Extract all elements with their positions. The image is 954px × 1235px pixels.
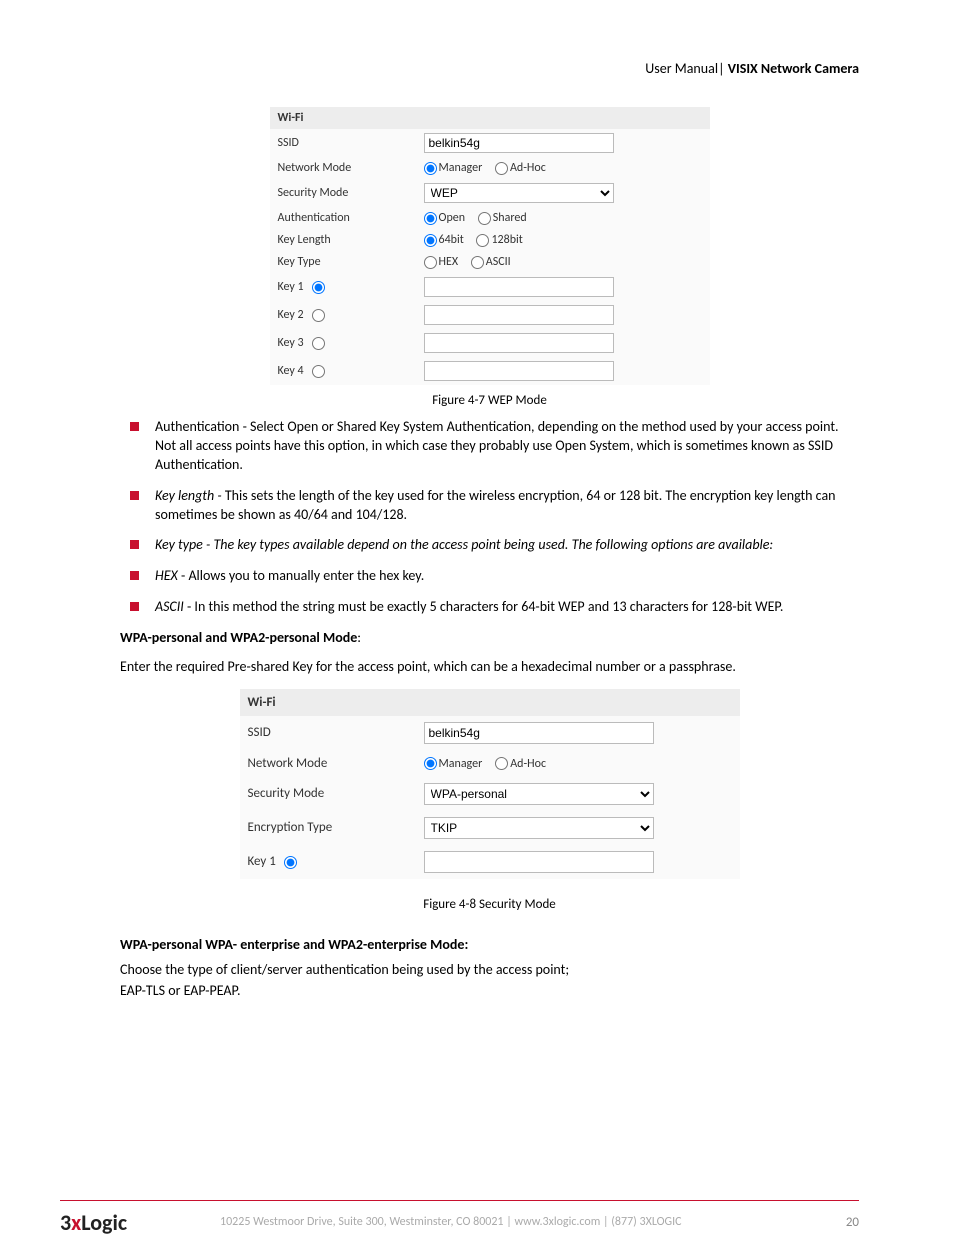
bullet-ascii-text: - In this method the string must be exac… <box>187 598 783 615</box>
key2-label: Key 2 <box>278 308 304 322</box>
keytype-hex-label: HEX <box>439 255 459 269</box>
figure-4-8-text: Security Mode <box>479 897 556 912</box>
keylen-128-radio[interactable] <box>476 234 489 247</box>
key4-label: Key 4 <box>278 364 304 378</box>
key1-radio[interactable] <box>312 281 325 294</box>
wifi-section-header-2: Wi-Fi <box>240 689 740 716</box>
network-mode-manager-radio[interactable] <box>424 162 437 175</box>
figure-4-7-text: WEP Mode <box>488 393 547 408</box>
network-mode-manager-radio-2[interactable] <box>424 757 437 770</box>
wpa-enterprise-para2: EAP-TLS or EAP-PEAP. <box>120 982 859 1001</box>
auth-shared-label: Shared <box>493 211 527 225</box>
keylen-64-radio[interactable] <box>424 234 437 247</box>
header-sep: | <box>718 60 728 77</box>
key1-label-2: Key 1 <box>248 854 276 869</box>
auth-shared-radio[interactable] <box>478 212 491 225</box>
security-mode-label: Security Mode <box>270 179 416 207</box>
key2-radio[interactable] <box>312 309 325 322</box>
encryption-type-select[interactable]: TKIP <box>424 817 654 839</box>
key1-input[interactable] <box>424 277 614 297</box>
footer-logo-pre: 3 <box>60 1209 71 1235</box>
bullet-hex-label: HEX <box>155 567 181 584</box>
keylen-64-label: 64bit <box>439 233 464 247</box>
network-mode-label-2: Network Mode <box>240 750 416 777</box>
bullet-key-length: Key length - This sets the length of the… <box>120 487 859 525</box>
wpa-personal-heading-colon: : <box>357 629 361 646</box>
wpa-enterprise-heading: WPA-personal WPA- enterprise and WPA2-en… <box>120 936 859 955</box>
bullet-key-length-label: Key length - <box>155 487 225 504</box>
auth-open-radio[interactable] <box>424 212 437 225</box>
page-header: User Manual| VISIX Network Camera <box>120 60 859 77</box>
page-container: User Manual| VISIX Network Camera Wi-Fi … <box>0 0 954 1235</box>
key3-label: Key 3 <box>278 336 304 350</box>
key3-input[interactable] <box>424 333 614 353</box>
key1-label: Key 1 <box>278 280 304 294</box>
network-mode-adhoc-radio-2[interactable] <box>495 757 508 770</box>
wpa-personal-paragraph: Enter the required Pre-shared Key for th… <box>120 658 859 677</box>
figure-4-8-caption: Figure 4-8 Security Mode <box>120 897 859 912</box>
network-mode-manager-label-2: Manager <box>439 757 483 771</box>
footer-logo-x: x <box>71 1209 81 1235</box>
page-footer: 3xLogic 10225 Westmoor Drive, Suite 300,… <box>60 1200 859 1235</box>
bullet-ascii-label: ASCII <box>155 598 187 615</box>
bullet-authentication: Authentication - Select Open or Shared K… <box>120 418 859 475</box>
figure-4-7-prefix: Figure 4-7 <box>432 393 488 408</box>
ssid-input-2[interactable] <box>424 722 654 744</box>
key4-radio[interactable] <box>312 365 325 378</box>
ssid-input[interactable] <box>424 133 614 153</box>
wpa-personal-heading-bold: WPA-personal and WPA2-personal Mode <box>120 629 357 646</box>
footer-logo-post: Logic <box>81 1209 127 1235</box>
authentication-label: Authentication <box>270 207 416 229</box>
bullet-key-type: Key type - The key types available depen… <box>120 536 859 555</box>
footer-logo: 3xLogic <box>60 1209 127 1235</box>
footer-page-number: 20 <box>846 1215 859 1230</box>
security-mode-select[interactable]: WEP <box>424 183 614 203</box>
key1-input-2[interactable] <box>424 851 654 873</box>
header-right: VISIX Network Camera <box>728 60 859 77</box>
key2-input[interactable] <box>424 305 614 325</box>
figure-4-7-caption: Figure 4-7 WEP Mode <box>120 393 859 408</box>
key4-input[interactable] <box>424 361 614 381</box>
keytype-ascii-label: ASCII <box>486 255 511 269</box>
network-mode-manager-label: Manager <box>439 161 483 175</box>
wifi-section-header: Wi-Fi <box>270 107 710 129</box>
auth-open-label: Open <box>439 211 466 225</box>
network-mode-adhoc-label: Ad-Hoc <box>510 161 546 175</box>
wpa-form-table: Wi-Fi SSID Network Mode Manager Ad-Hoc S… <box>240 689 740 879</box>
bullet-ascii: ASCII - In this method the string must b… <box>120 598 859 617</box>
key-type-label: Key Type <box>270 251 416 273</box>
figure-4-8-prefix: Figure 4-8 <box>423 897 479 912</box>
ssid-label: SSID <box>270 129 416 157</box>
key-length-label: Key Length <box>270 229 416 251</box>
bullet-list: Authentication - Select Open or Shared K… <box>120 418 859 617</box>
bullet-key-length-text: This sets the length of the key used for… <box>155 487 836 523</box>
security-mode-select-2[interactable]: WPA-personal <box>424 783 654 805</box>
network-mode-label: Network Mode <box>270 157 416 179</box>
network-mode-adhoc-radio[interactable] <box>495 162 508 175</box>
encryption-type-label: Encryption Type <box>240 811 416 845</box>
ssid-label-2: SSID <box>240 716 416 750</box>
keylen-128-label: 128bit <box>491 233 522 247</box>
wpa-personal-heading: WPA-personal and WPA2-personal Mode: <box>120 629 859 648</box>
bullet-hex: HEX - Allows you to manually enter the h… <box>120 567 859 586</box>
bullet-hex-text: - Allows you to manually enter the hex k… <box>181 567 424 584</box>
wpa-enterprise-para1: Choose the type of client/server authent… <box>120 961 859 980</box>
footer-address: 10225 Westmoor Drive, Suite 300, Westmin… <box>220 1215 682 1229</box>
keytype-ascii-radio[interactable] <box>471 256 484 269</box>
keytype-hex-radio[interactable] <box>424 256 437 269</box>
network-mode-adhoc-label-2: Ad-Hoc <box>510 757 546 771</box>
security-mode-label-2: Security Mode <box>240 777 416 811</box>
header-left: User Manual <box>645 60 718 77</box>
key1-radio-2[interactable] <box>284 856 297 869</box>
key3-radio[interactable] <box>312 337 325 350</box>
wep-form-table: Wi-Fi SSID Network Mode Manager Ad-Hoc S… <box>270 107 710 385</box>
